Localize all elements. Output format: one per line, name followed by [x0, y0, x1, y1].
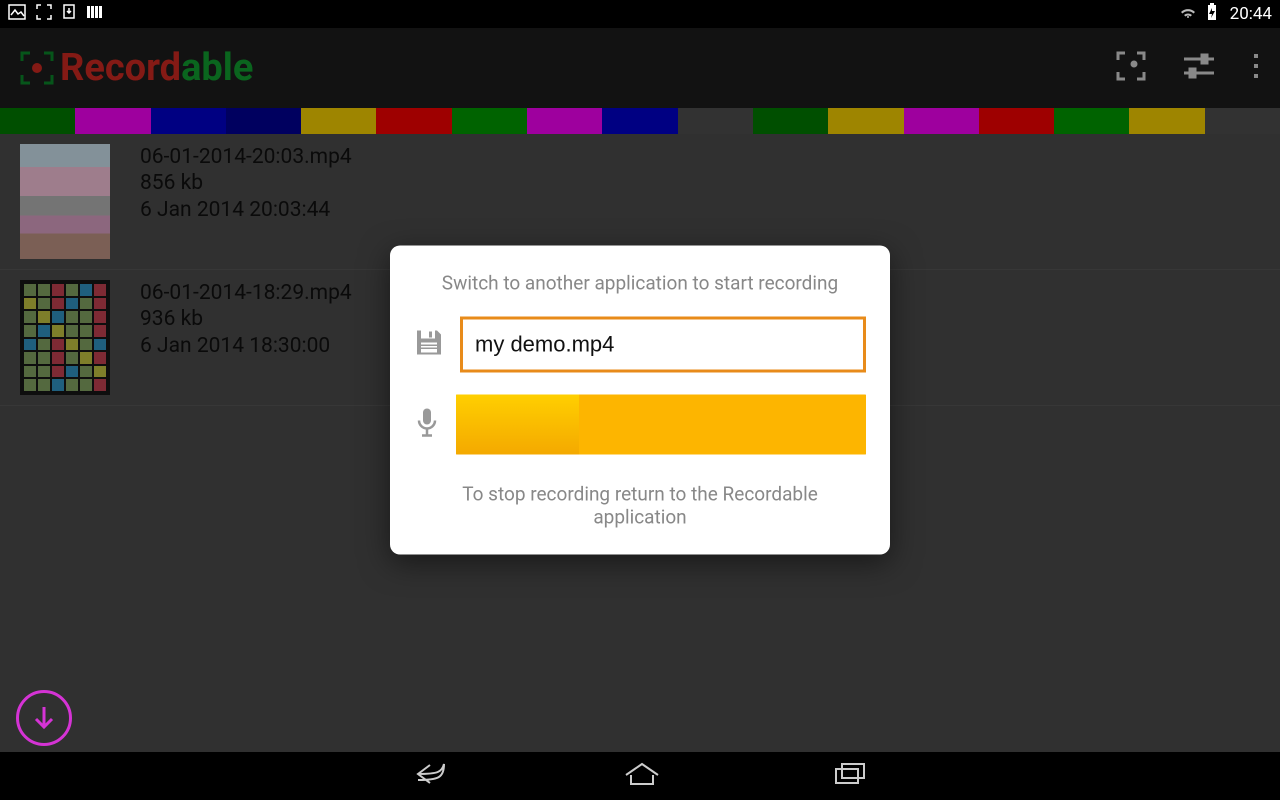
audio-level-fill — [456, 395, 579, 455]
save-icon — [414, 328, 444, 362]
dialog-title: Switch to another application to start r… — [414, 272, 866, 295]
settings-sliders-button[interactable] — [1182, 51, 1216, 85]
recording-date: 6 Jan 2014 20:03:44 — [140, 197, 352, 223]
bars-icon — [86, 4, 102, 24]
app-title: Recordable — [60, 46, 253, 90]
recording-filename: 06-01-2014-18:29.mp4 — [140, 280, 352, 306]
image-icon — [8, 4, 26, 24]
navbar — [0, 752, 1280, 800]
home-button[interactable] — [622, 761, 662, 791]
recording-thumbnail — [20, 280, 110, 395]
battery-icon — [1206, 3, 1218, 25]
wifi-icon — [1178, 4, 1198, 24]
audio-level-bar — [456, 395, 866, 455]
statusbar: 20:44 — [0, 0, 1280, 28]
fullscreen-icon — [36, 4, 52, 24]
dialog-footer: To stop recording return to the Recordab… — [414, 483, 866, 529]
download-badge[interactable] — [16, 690, 72, 746]
filename-input[interactable] — [460, 317, 866, 373]
recording-dialog: Switch to another application to start r… — [390, 246, 890, 555]
recording-date: 6 Jan 2014 18:30:00 — [140, 333, 352, 359]
recent-apps-button[interactable] — [832, 761, 868, 791]
clock: 20:44 — [1230, 4, 1272, 24]
recording-size: 936 kb — [140, 306, 352, 332]
fullscreen-button[interactable] — [1116, 51, 1146, 85]
recording-thumbnail — [20, 144, 110, 259]
color-strip — [0, 108, 1280, 134]
microphone-icon — [414, 407, 440, 443]
download-small-icon — [62, 4, 76, 24]
back-button[interactable] — [412, 759, 452, 793]
record-target-icon — [20, 51, 54, 85]
recording-size: 856 kb — [140, 170, 352, 196]
app-logo: Recordable — [20, 46, 253, 90]
appbar: Recordable — [0, 28, 1280, 108]
recording-filename: 06-01-2014-20:03.mp4 — [140, 144, 352, 170]
overflow-menu-button[interactable] — [1252, 52, 1260, 84]
